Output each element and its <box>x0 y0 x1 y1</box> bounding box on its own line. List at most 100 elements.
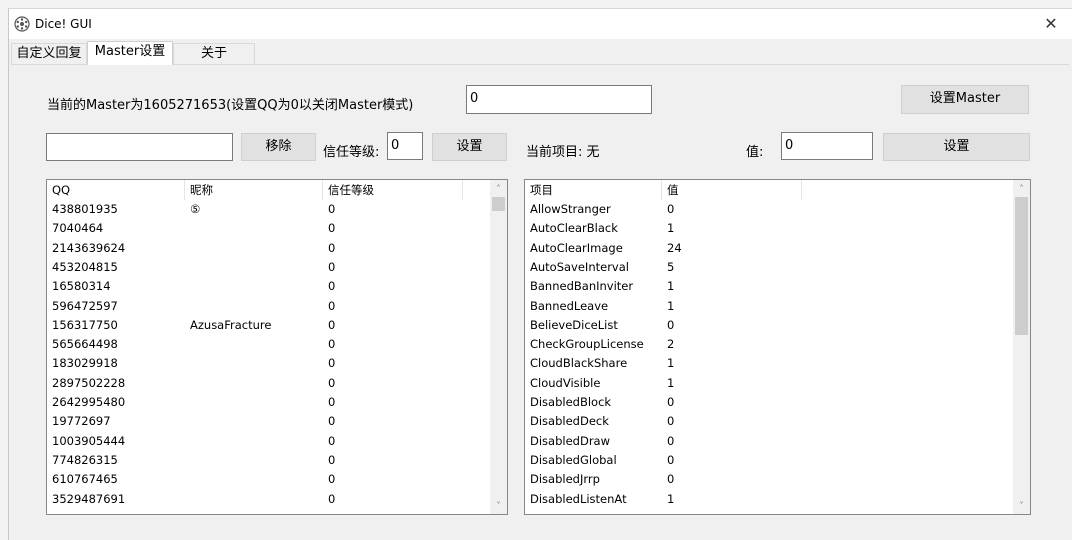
trust-list-row[interactable]: 156317750 AzusaFracture 0 <box>47 316 507 335</box>
scroll-down-icon[interactable]: ˅ <box>1013 497 1030 514</box>
config-list-row[interactable]: DisabledJrrp 0 <box>525 470 1030 489</box>
config-list-row[interactable]: DisabledBlock 0 <box>525 393 1030 412</box>
config-list-row[interactable]: AutoClearBlack 1 <box>525 219 1030 238</box>
scroll-up-icon[interactable]: ˄ <box>1013 180 1030 197</box>
config-list-cell: 0 <box>667 472 675 487</box>
column-qq[interactable]: QQ <box>47 180 185 200</box>
trust-list-row[interactable]: 774826315 0 <box>47 451 507 470</box>
column-nickname[interactable]: 昵称 <box>185 180 323 200</box>
config-list-row[interactable]: BannedLeave 1 <box>525 297 1030 316</box>
column-trust-level[interactable]: 信任等级 <box>323 180 463 200</box>
trust-list-cell: 2143639624 <box>52 240 126 255</box>
trust-list-row[interactable]: 1003905444 0 <box>47 432 507 451</box>
trust-list-cell: 0 <box>328 221 336 236</box>
trust-list-row[interactable]: 2143639624 0 <box>47 239 507 258</box>
trust-list-cell: 183029918 <box>52 356 118 371</box>
config-list-row[interactable]: AllowStranger 0 <box>525 200 1030 219</box>
config-list-row[interactable]: DisabledDeck 0 <box>525 412 1030 431</box>
config-list-cell: AutoSaveInterval <box>530 259 629 274</box>
config-list-row[interactable]: CloudVisible 1 <box>525 374 1030 393</box>
config-list-row[interactable]: DisabledGlobal 0 <box>525 451 1030 470</box>
trust-qq-input[interactable] <box>46 133 233 161</box>
master-qq-input[interactable]: 0 <box>466 85 652 114</box>
trust-list-row[interactable]: 7040464 0 <box>47 219 507 238</box>
config-list-cell: DisabledDeck <box>530 414 609 429</box>
trust-list-cell: 0 <box>328 259 336 274</box>
scroll-thumb[interactable] <box>1015 197 1028 335</box>
dice-app-icon <box>14 16 30 32</box>
config-list-row[interactable]: DisabledListenAt 1 <box>525 490 1030 509</box>
config-list-row[interactable]: BelieveDiceList 0 <box>525 316 1030 335</box>
column-item[interactable]: 项目 <box>525 180 662 200</box>
trust-list-row[interactable]: 596472597 0 <box>47 297 507 316</box>
config-list-row[interactable]: CloudBlackShare 1 <box>525 354 1030 373</box>
config-list-cell: 24 <box>667 240 682 255</box>
trust-list-cell: AzusaFracture <box>190 317 272 332</box>
remove-button[interactable]: 移除 <box>241 133 316 161</box>
trust-list-row[interactable]: 453204815 0 <box>47 258 507 277</box>
trust-list-cell: 7040464 <box>52 221 104 236</box>
set-config-button[interactable]: 设置 <box>883 133 1030 161</box>
config-list-cell: 1 <box>667 298 675 313</box>
title-bar: Dice! GUI ✕ <box>9 9 1072 39</box>
value-label: 值: <box>746 145 764 160</box>
config-list-row[interactable]: AutoClearImage 24 <box>525 239 1030 258</box>
trust-list-cell: 19772697 <box>52 414 111 429</box>
scroll-thumb[interactable] <box>492 197 505 211</box>
trust-list-row[interactable]: 19772697 0 <box>47 412 507 431</box>
config-list-cell: BelieveDiceList <box>530 317 618 332</box>
trust-list-scrollbar[interactable]: ˄ ˅ <box>490 180 507 514</box>
trust-list-row[interactable]: 2642995480 0 <box>47 393 507 412</box>
config-list-row[interactable]: AutoSaveInterval 5 <box>525 258 1030 277</box>
trust-list-cell: 0 <box>328 356 336 371</box>
trust-list-row[interactable]: 565664498 0 <box>47 335 507 354</box>
trust-list-cell: 0 <box>328 337 336 352</box>
config-list-cell: 0 <box>667 395 675 409</box>
config-list-row[interactable]: BannedBanInviter 1 <box>525 277 1030 296</box>
trust-level-input[interactable]: 0 <box>387 132 423 160</box>
current-master-label: 当前的Master为1605271653(设置QQ为0以关闭Master模式) <box>47 98 414 113</box>
trust-list-cell: 0 <box>328 240 336 255</box>
scroll-down-icon[interactable]: ˅ <box>490 497 507 514</box>
config-list[interactable]: 项目 值 AllowStranger 0 AutoClearBlack 1 AutoCl… <box>524 179 1031 515</box>
trust-list-cell: 2642995480 <box>52 395 126 409</box>
trust-list-cell: ⑤ <box>190 202 201 216</box>
config-list-cell: 0 <box>667 317 675 332</box>
config-list-row[interactable]: DisabledDraw 0 <box>525 432 1030 451</box>
tab-about[interactable]: 关于 <box>173 43 255 65</box>
config-list-row[interactable]: CheckGroupLicense 2 <box>525 335 1030 354</box>
tab-master-settings[interactable]: Master设置 <box>87 41 173 65</box>
trust-list-row[interactable]: 438801935 ⑤ 0 <box>47 200 507 219</box>
config-list-cell: AutoClearBlack <box>530 221 618 236</box>
trust-list-row[interactable]: 610767465 0 <box>47 470 507 489</box>
config-list-cell: 0 <box>667 202 675 216</box>
set-trust-button[interactable]: 设置 <box>432 133 507 161</box>
set-master-button[interactable]: 设置Master <box>901 85 1029 114</box>
trust-list-cell: 0 <box>328 202 336 216</box>
scroll-up-icon[interactable]: ˄ <box>490 180 507 197</box>
config-list-cell: 1 <box>667 279 675 294</box>
close-icon[interactable]: ✕ <box>1040 13 1062 35</box>
trust-list-row[interactable]: 183029918 0 <box>47 354 507 373</box>
trust-list-row[interactable]: 3529487691 0 <box>47 490 507 509</box>
trust-list-cell: 0 <box>328 298 336 313</box>
trust-list-cell: 0 <box>328 279 336 294</box>
config-list-cell: 0 <box>667 452 675 467</box>
tab-custom-reply[interactable]: 自定义回复 <box>11 43 87 65</box>
current-item-label: 当前项目: 无 <box>526 145 600 160</box>
trust-list-row[interactable]: 16580314 0 <box>47 277 507 296</box>
trust-list[interactable]: QQ 昵称 信任等级 438801935 ⑤ 0 7040464 0 2143639624… <box>46 179 508 515</box>
config-list-cell: 1 <box>667 221 675 236</box>
config-list-cell: DisabledGlobal <box>530 452 617 467</box>
column-value[interactable]: 值 <box>662 180 802 200</box>
config-value-input[interactable]: 0 <box>781 132 873 160</box>
trust-list-cell: 1003905444 <box>52 433 126 448</box>
config-list-cell: 1 <box>667 356 675 371</box>
trust-list-cell: 0 <box>328 433 336 448</box>
trust-list-cell: 16580314 <box>52 279 111 294</box>
trust-list-row[interactable]: 2897502228 0 <box>47 374 507 393</box>
config-list-cell: CloudBlackShare <box>530 356 628 371</box>
trust-list-cell: 3529487691 <box>52 491 126 506</box>
config-list-scrollbar[interactable]: ˄ ˅ <box>1013 180 1030 514</box>
app-window: Dice! GUI ✕ 自定义回复 Master设置 关于 当前的Master为… <box>8 8 1072 540</box>
